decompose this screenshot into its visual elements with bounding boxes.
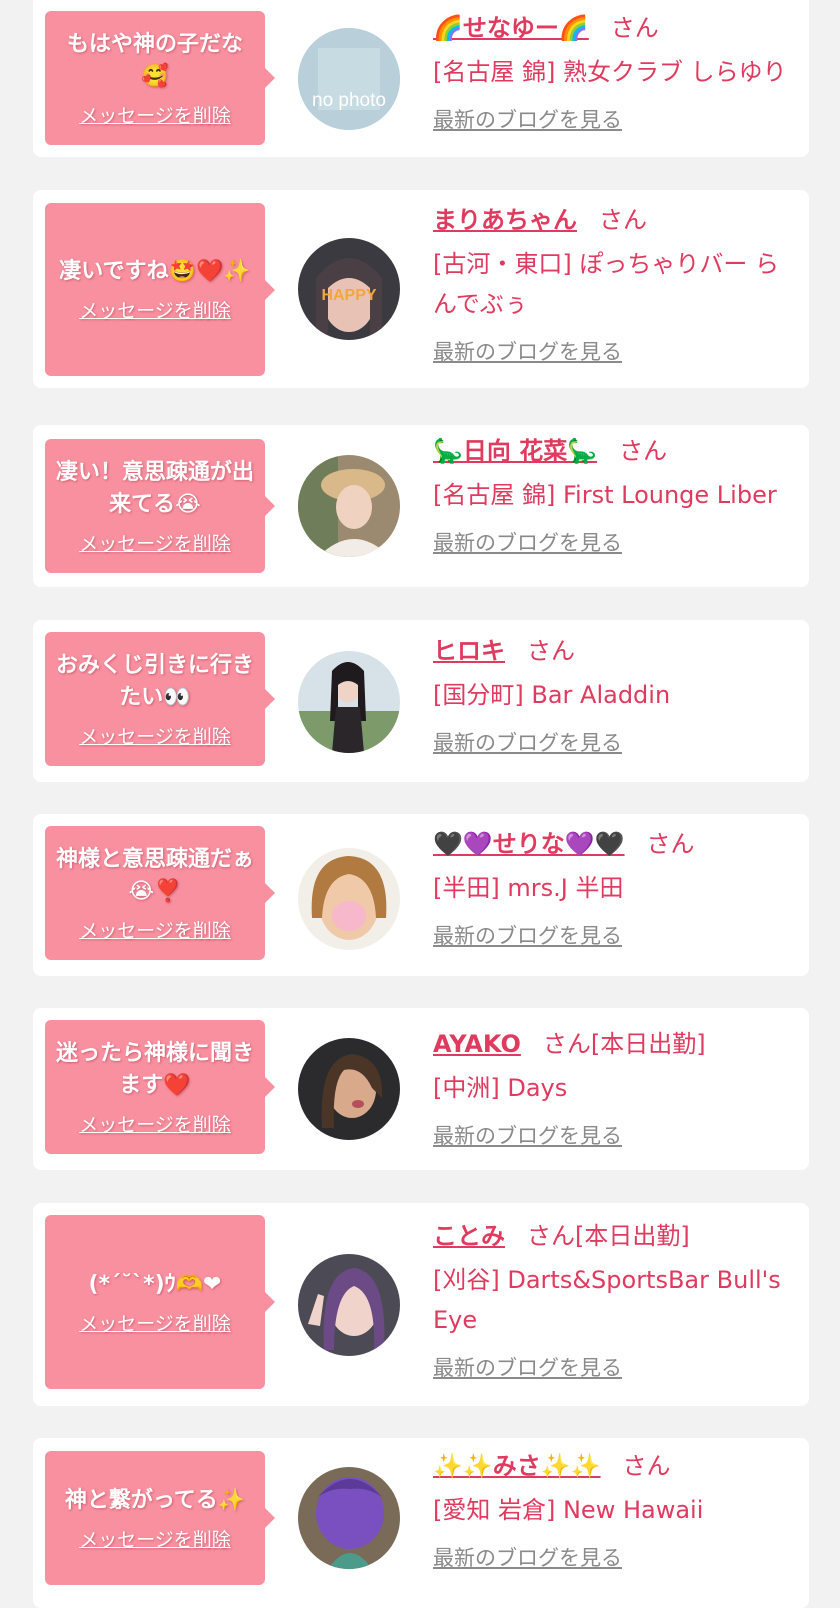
message-text: (*´˘`*)ｳ🫶❤ [88, 1271, 222, 1297]
no-photo-text: no photo [312, 90, 386, 111]
latest-blog-link[interactable]: 最新のブログを見る [433, 1120, 795, 1150]
avatar-sticker-text: HAPPY [321, 287, 376, 304]
message-bubble: もはや神の子だな🥰 メッセージを削除 [45, 11, 275, 145]
honorific: さん [599, 206, 647, 234]
avatar[interactable] [298, 1467, 400, 1569]
message-bubble: 迷ったら神様に聞きます❤️ メッセージを削除 [45, 1020, 275, 1154]
user-name-link[interactable]: 🦕日向 花菜🦕 [433, 437, 597, 465]
shop-name: [半田] mrs.J 半田 [433, 874, 624, 902]
delete-message-link[interactable]: メッセージを削除 [79, 1309, 231, 1336]
shop-name: [古河・東口] ぽっちゃりバー らんでぶぅ [433, 250, 779, 318]
message-card: (*´˘`*)ｳ🫶❤ メッセージを削除 ことみ さん[本日出勤] [刈谷] Dar… [33, 1203, 809, 1406]
message-text: おみくじ引きに行きたい👀 [55, 652, 254, 710]
message-card: 凄い！意思疎通が出来てる😭 メッセージを削除 🦕日向 花菜🦕 さん [名古屋 錦]… [33, 425, 809, 587]
message-bubble: 凄い！意思疎通が出来てる😭 メッセージを削除 [45, 439, 275, 573]
user-name-link[interactable]: 🖤💜せりな💜🖤 [433, 830, 625, 858]
user-name-link[interactable]: ヒロキ [433, 637, 505, 665]
latest-blog-link[interactable]: 最新のブログを見る [433, 920, 795, 950]
latest-blog-link[interactable]: 最新のブログを見る [433, 527, 795, 557]
honorific: さん [622, 1452, 671, 1480]
message-bubble: 神と繋がってる✨ メッセージを削除 [45, 1451, 275, 1585]
delete-message-link[interactable]: メッセージを削除 [79, 722, 231, 749]
shop-name: [名古屋 錦] First Lounge Liber [433, 481, 777, 509]
avatar[interactable] [298, 651, 400, 753]
message-bubble: おみくじ引きに行きたい👀 メッセージを削除 [45, 632, 275, 766]
honorific: さん [646, 830, 695, 858]
honorific: さん [542, 1030, 591, 1058]
message-bubble: 神様と意思疎通だぁ😭❣️ メッセージを削除 [45, 826, 275, 960]
latest-blog-link[interactable]: 最新のブログを見る [433, 104, 795, 134]
avatar[interactable] [298, 1254, 400, 1356]
message-card: 凄いですね🤩❤️✨ メッセージを削除 HAPPY まりあちゃん さん [古河・東口… [33, 190, 809, 388]
shop-name: [愛知 岩倉] New Hawaii [433, 1496, 704, 1524]
message-bubble: 凄いですね🤩❤️✨ メッセージを削除 [45, 203, 275, 376]
honorific: さん [610, 14, 659, 42]
shop-name: [刈谷] Darts&SportsBar Bull's Eye [433, 1266, 781, 1334]
shop-name: [名古屋 錦] 熟女クラブ しらゆり [433, 58, 787, 86]
delete-message-link[interactable]: メッセージを削除 [79, 1525, 231, 1552]
avatar[interactable]: HAPPY [298, 238, 400, 340]
message-card: 神様と意思疎通だぁ😭❣️ メッセージを削除 🖤💜せりな💜🖤 さん [半田] mrs… [33, 814, 809, 976]
avatar[interactable] [298, 455, 400, 557]
work-status: [本日出勤] [590, 1030, 706, 1058]
delete-message-link[interactable]: メッセージを削除 [79, 916, 231, 943]
delete-message-link[interactable]: メッセージを削除 [79, 1110, 231, 1137]
delete-message-link[interactable]: メッセージを削除 [79, 296, 231, 323]
message-card: 迷ったら神様に聞きます❤️ メッセージを削除 AYAKO さん[本日出勤] [中洲… [33, 1008, 809, 1170]
message-text: 凄いですね🤩❤️✨ [59, 259, 251, 284]
user-name-link[interactable]: AYAKO [433, 1030, 521, 1058]
message-text: もはや神の子だな🥰 [66, 31, 243, 89]
message-text: 迷ったら神様に聞きます❤️ [55, 1040, 254, 1098]
honorific: さん [527, 637, 575, 665]
delete-message-link[interactable]: メッセージを削除 [79, 101, 231, 128]
message-bubble: (*´˘`*)ｳ🫶❤ メッセージを削除 [45, 1215, 275, 1389]
message-card: おみくじ引きに行きたい👀 メッセージを削除 ヒロキ さん [国分町] Bar Al… [33, 620, 809, 782]
user-name-link[interactable]: ✨✨みさ✨✨ [433, 1452, 601, 1480]
avatar[interactable] [298, 848, 400, 950]
message-text: 神様と意思疎通だぁ😭❣️ [55, 846, 254, 904]
message-text: 神と繋がってる✨ [64, 1487, 246, 1513]
delete-message-link[interactable]: メッセージを削除 [79, 529, 231, 556]
user-name-link[interactable]: まりあちゃん [433, 206, 577, 234]
honorific: さん [619, 437, 668, 465]
message-card: もはや神の子だな🥰 メッセージを削除 no photo 🌈せなゆー🌈 さん [名古… [33, 0, 809, 157]
shop-name: [国分町] Bar Aladdin [433, 681, 671, 709]
latest-blog-link[interactable]: 最新のブログを見る [433, 727, 795, 757]
message-card: 神と繋がってる✨ メッセージを削除 ✨✨みさ✨✨ さん [愛知 岩倉] New H… [33, 1438, 809, 1608]
latest-blog-link[interactable]: 最新のブログを見る [433, 1352, 795, 1382]
latest-blog-link[interactable]: 最新のブログを見る [433, 1542, 795, 1572]
avatar[interactable]: no photo [298, 28, 400, 130]
user-name-link[interactable]: ことみ [433, 1222, 505, 1250]
latest-blog-link[interactable]: 最新のブログを見る [433, 336, 795, 366]
shop-name: [中洲] Days [433, 1074, 568, 1102]
message-text: 凄い！意思疎通が出来てる😭 [55, 459, 254, 517]
avatar[interactable] [298, 1038, 400, 1140]
work-status: [本日出勤] [575, 1222, 690, 1250]
user-name-link[interactable]: 🌈せなゆー🌈 [433, 14, 589, 42]
message-list: もはや神の子だな🥰 メッセージを削除 no photo 🌈せなゆー🌈 さん [名古… [0, 0, 840, 1608]
honorific: さん [527, 1222, 575, 1250]
